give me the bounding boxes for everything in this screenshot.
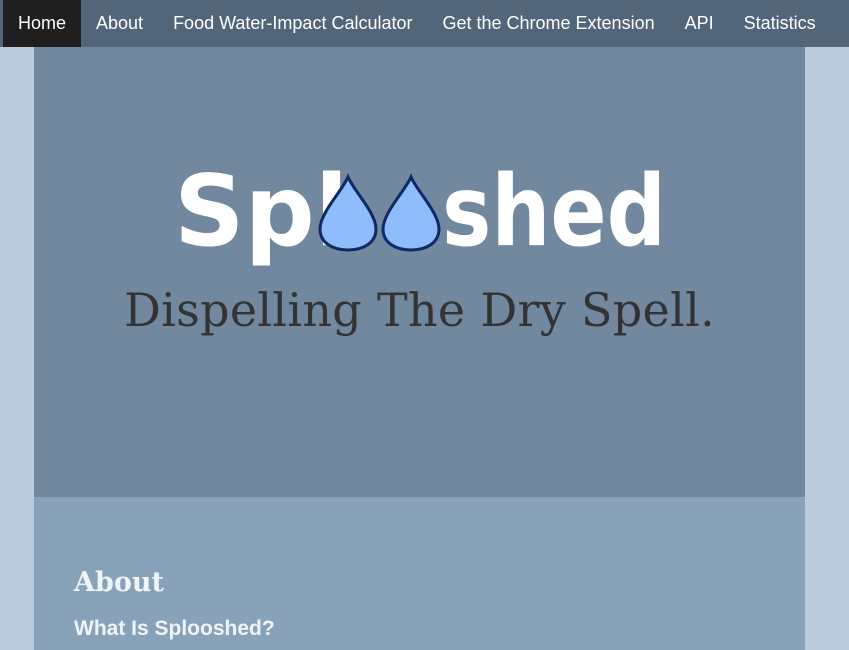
about-section: About What Is Splooshed? [34,497,805,650]
nav-api-link[interactable]: API [670,0,729,47]
nav-about-link[interactable]: About [81,0,158,47]
droplet-icon [381,173,441,252]
about-subheading: What Is Splooshed? [74,617,275,640]
about-heading: About [74,567,164,598]
hero-banner: Spl shed Dispelling The Dry Spell. [34,47,805,497]
logo-text-end: shed [442,155,666,269]
top-navbar: Home About Food Water-Impact Calculator … [0,0,849,47]
hero-tagline: Dispelling The Dry Spell. [123,283,716,337]
nav-statistics-link[interactable]: Statistics [729,0,831,47]
logo-text-start: Spl [174,155,348,269]
nav-chrome-extension-link[interactable]: Get the Chrome Extension [427,0,669,47]
splooshed-logo: Spl shed [174,155,666,269]
nav-calculator-link[interactable]: Food Water-Impact Calculator [158,0,427,47]
nav-home-link[interactable]: Home [3,0,82,47]
